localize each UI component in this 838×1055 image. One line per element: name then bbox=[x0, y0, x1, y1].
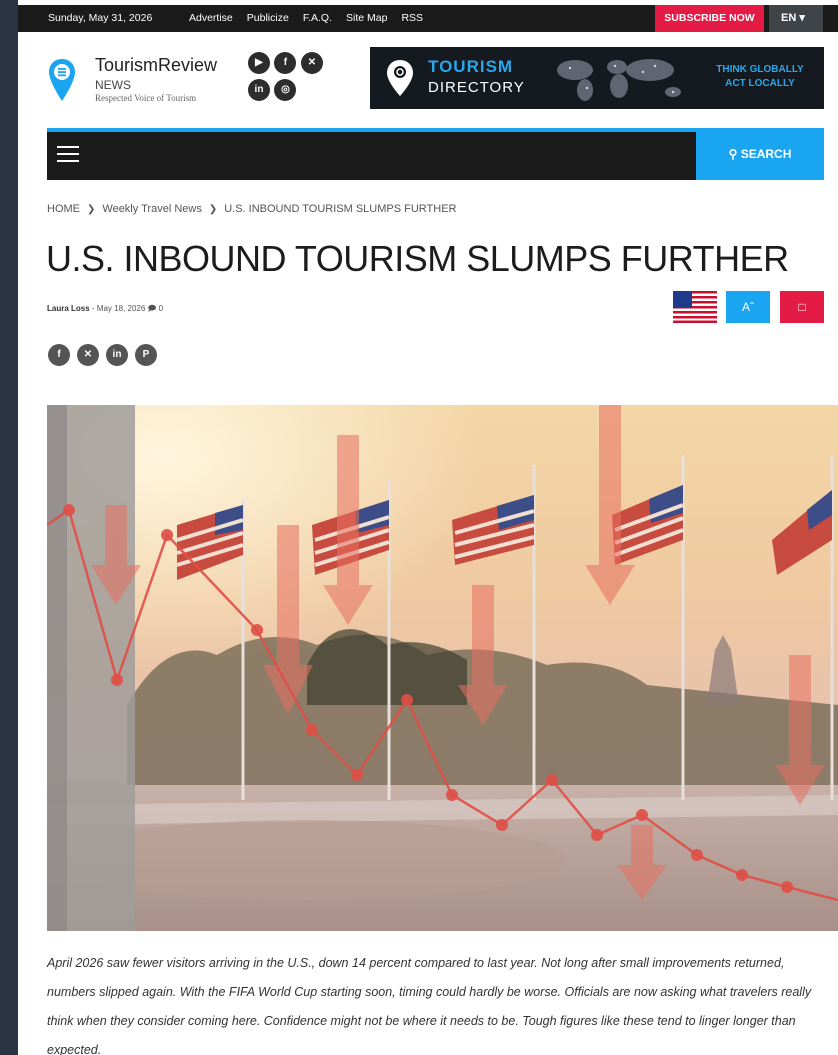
chevron-right-icon: ❯ bbox=[208, 203, 218, 215]
publicize-link[interactable]: Publicize bbox=[247, 12, 289, 24]
byline: Laura Loss - May 18, 2026 🗩 0 bbox=[47, 303, 163, 317]
sitemap-link[interactable]: Site Map bbox=[346, 12, 387, 24]
advertise-link[interactable]: Advertise bbox=[189, 12, 233, 24]
banner-title: TOURISM bbox=[428, 57, 514, 76]
hamburger-menu-icon[interactable] bbox=[57, 146, 79, 164]
breadcrumb-home[interactable]: HOME bbox=[47, 203, 80, 215]
hero-image bbox=[47, 405, 838, 931]
publish-date: May 18, 2026 bbox=[96, 304, 146, 313]
text-size-icon[interactable]: Aˆ bbox=[726, 291, 770, 323]
brand-name: TourismReview bbox=[95, 55, 218, 75]
rss-link[interactable]: RSS bbox=[401, 12, 423, 24]
search-button[interactable]: ⚲ SEARCH bbox=[696, 128, 824, 180]
breadcrumb: HOME ❯ Weekly Travel News ❯ U.S. INBOUND… bbox=[47, 203, 456, 215]
location-pin-icon bbox=[387, 60, 413, 96]
banner-slogan: THINK GLOBALLY ACT LOCALLY bbox=[715, 63, 805, 91]
breadcrumb-current: U.S. INBOUND TOURISM SLUMPS FURTHER bbox=[224, 203, 457, 215]
youtube-icon[interactable]: ▶ bbox=[248, 52, 270, 74]
x-share-icon[interactable]: ✕ bbox=[77, 344, 99, 366]
top-links: Advertise Publicize F.A.Q. Site Map RSS bbox=[189, 12, 423, 24]
author[interactable]: Laura Loss bbox=[47, 304, 90, 313]
faq-link[interactable]: F.A.Q. bbox=[303, 12, 332, 24]
brand[interactable]: TourismReview NEWS Respected Voice of To… bbox=[95, 55, 217, 103]
instagram-icon[interactable]: ◎ bbox=[274, 79, 297, 101]
header-social: ▶ f ✕ in ◎ bbox=[248, 52, 338, 101]
article-title: U.S. INBOUND TOURISM SLUMPS FURTHER bbox=[46, 238, 789, 279]
slogan-line-2: ACT LOCALLY bbox=[725, 78, 795, 89]
banner-subtitle: DIRECTORY bbox=[428, 79, 525, 96]
comments-icon[interactable]: 🗩 bbox=[148, 304, 157, 313]
main-nav: ⚲ SEARCH bbox=[47, 128, 824, 180]
world-map-icon bbox=[557, 59, 681, 101]
facebook-icon[interactable]: f bbox=[274, 52, 297, 74]
us-flag-language-icon[interactable] bbox=[673, 291, 717, 323]
search-label: SEARCH bbox=[740, 147, 792, 161]
current-date: Sunday, May 31, 2026 bbox=[48, 12, 153, 24]
top-bar: Sunday, May 31, 2026 Advertise Publicize… bbox=[18, 5, 838, 32]
article-body: April 2026 saw fewer visitors arriving i… bbox=[47, 956, 812, 1055]
share-buttons: f ✕ in P bbox=[48, 344, 157, 366]
linkedin-icon[interactable]: in bbox=[248, 79, 270, 101]
breadcrumb-category[interactable]: Weekly Travel News bbox=[102, 203, 201, 215]
x-icon[interactable]: ✕ bbox=[300, 52, 323, 74]
pdf-icon[interactable]: □ bbox=[780, 291, 824, 323]
facebook-share-icon[interactable]: f bbox=[48, 344, 70, 366]
search-icon: ⚲ bbox=[728, 147, 741, 161]
logo-icon[interactable] bbox=[48, 57, 76, 105]
chevron-right-icon: ❯ bbox=[87, 203, 96, 215]
language-select[interactable]: EN ▾ bbox=[769, 5, 823, 32]
page: Sunday, May 31, 2026 Advertise Publicize… bbox=[18, 0, 838, 1055]
slogan-line-1: THINK GLOBALLY bbox=[716, 64, 804, 75]
brand-news: NEWS bbox=[95, 78, 131, 92]
linkedin-share-icon[interactable]: in bbox=[106, 344, 128, 366]
tourism-directory-banner[interactable]: TOURISM DIRECTORY THINK GLOBALLY ACT LOC… bbox=[370, 47, 824, 109]
brand-tagline: Respected Voice of Tourism bbox=[95, 93, 197, 103]
subscribe-button[interactable]: SUBSCRIBE NOW bbox=[655, 5, 764, 32]
comment-count[interactable]: 0 bbox=[159, 304, 163, 313]
pinterest-share-icon[interactable]: P bbox=[135, 344, 157, 366]
